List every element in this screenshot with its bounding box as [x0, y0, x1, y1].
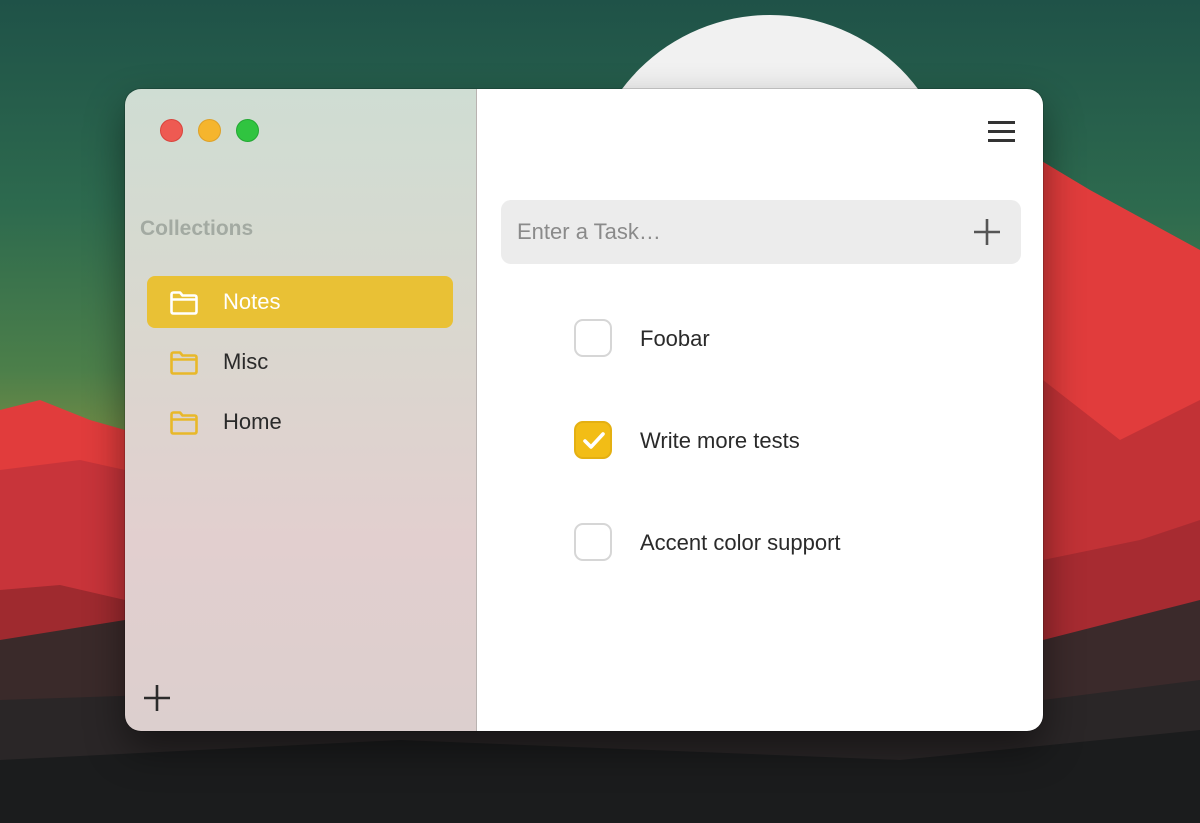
task-label: Accent color support [640, 530, 841, 555]
task-label: Foobar [640, 326, 710, 351]
task-row: Foobar [574, 318, 974, 358]
add-collection-button[interactable] [143, 684, 171, 712]
task-row: Write more tests [574, 420, 974, 460]
sidebar-item-label: Notes [223, 289, 281, 314]
sidebar-item-label: Misc [223, 349, 269, 374]
task-checkbox[interactable] [574, 421, 612, 459]
task-label: Write more tests [640, 428, 800, 453]
sidebar-item-label: Home [223, 409, 282, 434]
checkmark-icon [583, 432, 605, 449]
task-checkbox[interactable] [574, 319, 612, 357]
task-input[interactable] [517, 200, 947, 264]
desktop: Collections Notes Misc Home Enter a Task… [0, 0, 1200, 823]
folder-icon [170, 351, 198, 375]
app-window: Collections Notes Misc Home Enter a Task… [125, 89, 1043, 731]
sidebar-item-notes[interactable]: Notes [147, 276, 453, 328]
sidebar: Collections Notes Misc Home [125, 89, 477, 731]
add-task-button[interactable] [973, 218, 1001, 246]
task-checkbox[interactable] [574, 523, 612, 561]
plus-icon [974, 219, 1000, 245]
sidebar-item-misc[interactable]: Misc [147, 336, 453, 388]
window-close-button[interactable] [160, 119, 183, 142]
menu-button[interactable] [988, 120, 1015, 143]
task-row: Accent color support [574, 522, 974, 562]
folder-icon [170, 291, 198, 315]
main-panel: Foobar Write more tests Accent color sup… [477, 89, 1043, 731]
hamburger-menu-icon [988, 121, 1015, 142]
folder-icon [170, 411, 198, 435]
plus-icon [144, 685, 170, 711]
task-entry-bar [501, 200, 1021, 264]
sidebar-item-home[interactable]: Home [147, 396, 453, 448]
window-minimize-button[interactable] [198, 119, 221, 142]
window-maximize-button[interactable] [236, 119, 259, 142]
collections-heading: Collections [140, 217, 254, 240]
